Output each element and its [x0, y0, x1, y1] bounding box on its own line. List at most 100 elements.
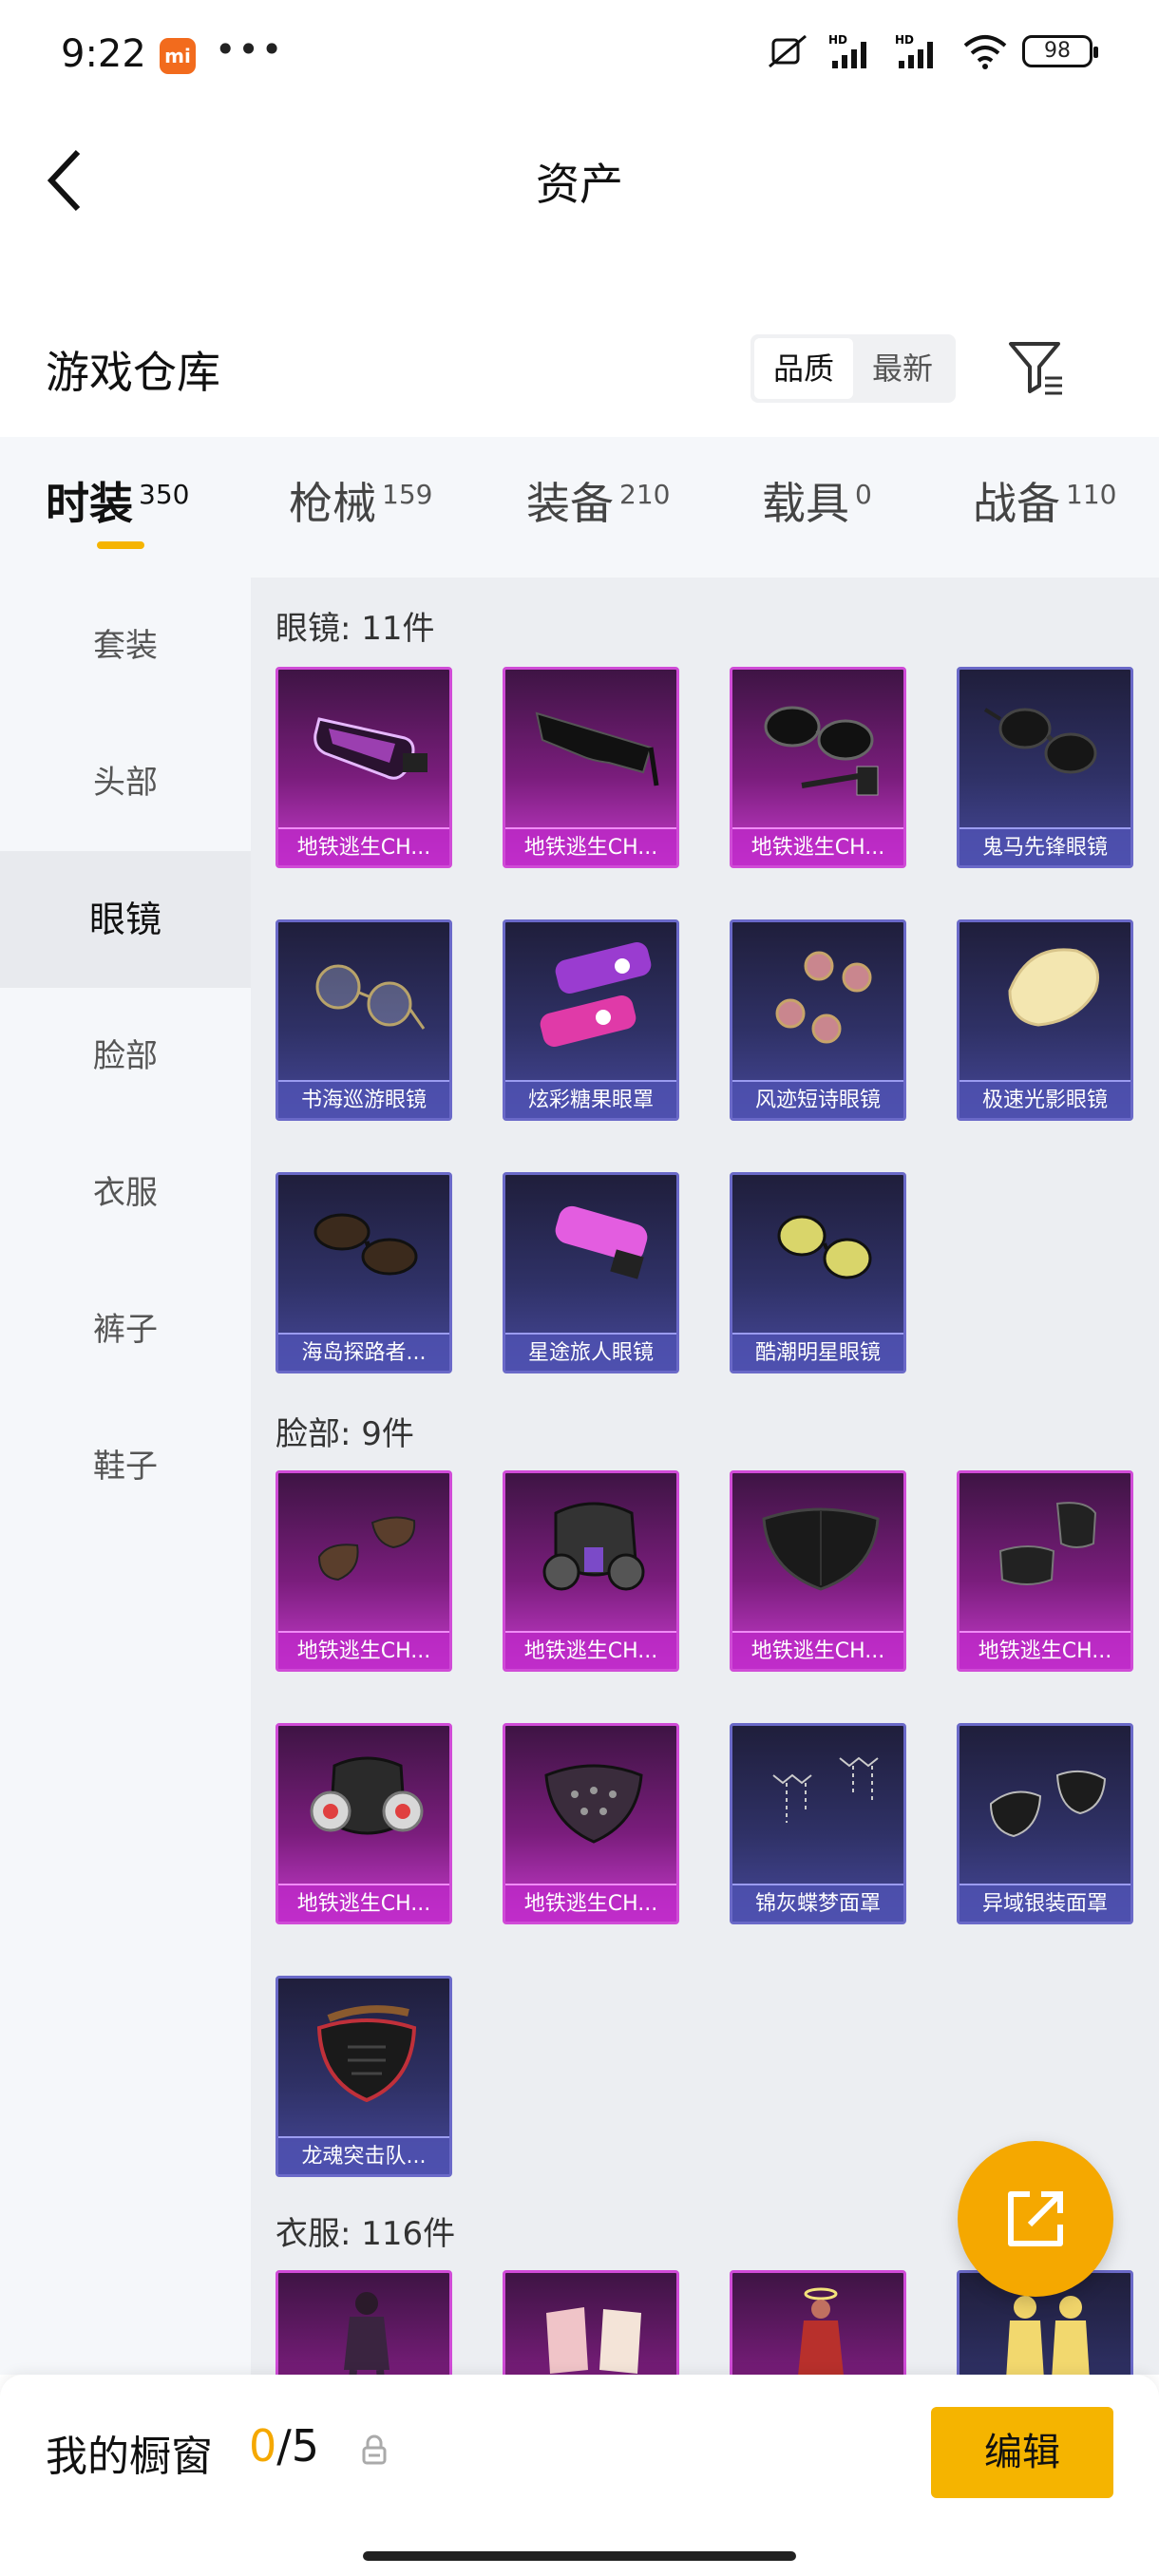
- sunglasses-icon: [983, 708, 1097, 774]
- chain-veil-icon: [772, 1756, 879, 1823]
- item-name: 龙魂突击队...: [278, 2136, 449, 2174]
- showcase-count: 0/5: [249, 2420, 319, 2472]
- showcase-total: /5: [276, 2420, 320, 2472]
- item-name: 地铁逃生CH...: [505, 1631, 676, 1669]
- item-card[interactable]: 地铁逃生CH...: [730, 667, 906, 868]
- item-card[interactable]: 极速光影眼镜: [957, 919, 1133, 1121]
- active-tab-indicator: [97, 541, 144, 549]
- item-name: 鬼马先锋眼镜: [960, 827, 1130, 865]
- share-fab-button[interactable]: [958, 2141, 1113, 2297]
- home-indicator[interactable]: [363, 2551, 796, 2561]
- mi-notification-icon: mi: [160, 38, 196, 74]
- sidebar-item-clothes[interactable]: 衣服: [0, 1125, 251, 1261]
- item-name: 锦灰蝶梦面罩: [732, 1884, 903, 1922]
- tab-fashion[interactable]: 时装 350: [46, 469, 189, 532]
- item-name: 酷潮明星眼镜: [732, 1333, 903, 1371]
- outfit-red-icon: [798, 2287, 844, 2375]
- tab-vehicles[interactable]: 载具 0: [762, 469, 872, 532]
- outfit-pink-icon: [546, 2307, 641, 2374]
- item-card[interactable]: 地铁逃生CH...: [503, 667, 679, 868]
- dragon-mask-icon: [316, 2005, 417, 2103]
- tab-label: 枪械: [289, 478, 376, 529]
- item-card[interactable]: 龙魂突击队...: [276, 1976, 452, 2177]
- candy-mask-icon: [540, 941, 652, 1048]
- item-name: 地铁逃生CH...: [960, 1631, 1130, 1669]
- round-glasses-icon: [315, 964, 426, 1030]
- item-card[interactable]: 地铁逃生CH...: [276, 1723, 452, 1924]
- tech-glasses-icon: [764, 706, 879, 796]
- wifi-icon: [963, 35, 1007, 69]
- showcase-bar: 我的橱窗 0/5 编辑: [0, 2375, 1159, 2576]
- share-export-icon: [1008, 2191, 1063, 2246]
- item-name: 地铁逃生CH...: [732, 827, 903, 865]
- svg-text:HD: HD: [895, 33, 914, 47]
- item-card[interactable]: 地铁逃生CH...: [730, 1470, 906, 1672]
- item-card[interactable]: 书海巡游眼镜: [276, 919, 452, 1121]
- sort-newest-button[interactable]: 最新: [853, 338, 952, 399]
- tab-label: 战备: [973, 478, 1060, 529]
- item-card[interactable]: 异域银装面罩: [957, 1723, 1133, 1924]
- cloth-mask-icon: [317, 1516, 416, 1582]
- tab-count: 110: [1066, 479, 1117, 510]
- item-grid: 眼镜: 11件 地铁逃生CH... 地铁逃生CH... 地铁逃生CH... 鬼马…: [251, 578, 1159, 2375]
- sort-toggle: 品质 最新: [750, 334, 956, 403]
- item-card[interactable]: 星途旅人眼镜: [503, 1172, 679, 1373]
- outfit-dark-icon: [344, 2292, 390, 2375]
- sort-quality-button[interactable]: 品质: [754, 338, 853, 399]
- tab-firearms[interactable]: 枪械 159: [289, 469, 432, 532]
- sidebar-item-face[interactable]: 脸部: [0, 988, 251, 1125]
- item-card[interactable]: [730, 2270, 906, 2375]
- item-name: 风迹短诗眼镜: [732, 1080, 903, 1118]
- riveted-mask-icon: [544, 1764, 643, 1844]
- neck-gaiter-icon: [998, 1502, 1097, 1585]
- more-notifications-icon: •••: [215, 28, 285, 70]
- item-card[interactable]: 锦灰蝶梦面罩: [730, 1723, 906, 1924]
- item-card[interactable]: 酷潮明星眼镜: [730, 1172, 906, 1373]
- status-bar: 9:22 mi ••• HD HD 98: [0, 0, 1159, 114]
- item-name: 炫彩糖果眼罩: [505, 1080, 676, 1118]
- tab-label: 装备: [526, 478, 614, 529]
- item-card[interactable]: 风迹短诗眼镜: [730, 919, 906, 1121]
- item-card[interactable]: [276, 2270, 452, 2375]
- item-card[interactable]: 炫彩糖果眼罩: [503, 919, 679, 1121]
- item-name: 地铁逃生CH...: [505, 827, 676, 865]
- item-card[interactable]: 地铁逃生CH...: [503, 1470, 679, 1672]
- filter-icon[interactable]: [1005, 336, 1068, 399]
- sidebar-item-head[interactable]: 头部: [0, 714, 251, 851]
- item-card[interactable]: 地铁逃生CH...: [276, 667, 452, 868]
- sidebar-item-shoes[interactable]: 鞋子: [0, 1398, 251, 1535]
- tab-count: 159: [382, 479, 433, 510]
- battery-icon: 98: [1022, 35, 1098, 67]
- item-name: 书海巡游眼镜: [278, 1080, 449, 1118]
- signal-hd-icon-1: HD: [828, 33, 866, 68]
- tab-equipment[interactable]: 装备 210: [526, 469, 670, 532]
- edit-button[interactable]: 编辑: [931, 2407, 1113, 2498]
- item-name: 海岛探路者...: [278, 1333, 449, 1371]
- brown-sunglasses-icon: [314, 1213, 418, 1276]
- item-name: 地铁逃生CH...: [278, 827, 449, 865]
- item-name: 地铁逃生CH...: [732, 1631, 903, 1669]
- pink-goggles-icon: [555, 1205, 648, 1279]
- svg-text:HD: HD: [828, 33, 847, 47]
- tab-label: 载具: [762, 478, 849, 529]
- pink-round-glasses-icon: [775, 951, 872, 1044]
- page-title: 资产: [536, 159, 623, 210]
- item-card[interactable]: 地铁逃生CH...: [276, 1470, 452, 1672]
- showcase-label: 我的橱窗: [46, 2433, 213, 2481]
- item-card[interactable]: 地铁逃生CH...: [957, 1470, 1133, 1672]
- item-card[interactable]: 鬼马先锋眼镜: [957, 667, 1133, 868]
- section-title-clothes: 衣服: 116件: [276, 2215, 456, 2253]
- item-card[interactable]: [503, 2270, 679, 2375]
- category-tabs: 时装 350 枪械 159 装备 210 载具 0 战备 110: [0, 437, 1159, 578]
- tab-supplies[interactable]: 战备 110: [973, 469, 1116, 532]
- sidebar-item-suits[interactable]: 套装: [0, 578, 251, 714]
- sidebar-item-pants[interactable]: 裤子: [0, 1261, 251, 1398]
- item-name: 星途旅人眼镜: [505, 1333, 676, 1371]
- item-card[interactable]: 地铁逃生CH...: [503, 1723, 679, 1924]
- item-name: 地铁逃生CH...: [278, 1631, 449, 1669]
- black-mask-icon: [762, 1507, 880, 1591]
- item-name: 地铁逃生CH...: [505, 1884, 676, 1922]
- mute-vibrate-icon: [769, 34, 807, 68]
- sidebar-item-glasses[interactable]: 眼镜: [0, 851, 251, 988]
- item-card[interactable]: 海岛探路者...: [276, 1172, 452, 1373]
